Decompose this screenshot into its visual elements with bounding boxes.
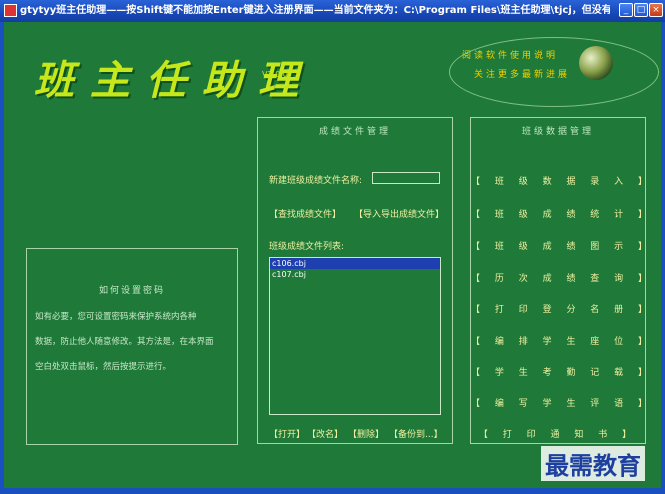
password-help-title: 如何设置密码	[98, 286, 165, 296]
globe-icon[interactable]	[579, 46, 613, 80]
file-list-item[interactable]: c106.cbj	[270, 258, 440, 269]
minimize-button[interactable]: _	[619, 3, 633, 17]
find-file-link[interactable]: 【查找成绩文件】	[269, 207, 341, 220]
app-icon	[4, 4, 17, 17]
latest-news-link[interactable]: 关注更多最新进展	[474, 67, 570, 80]
file-management-panel: 成绩文件管理 新建班级成绩文件名称: 【查找成绩文件】 【导入导出成绩文件】 班…	[257, 117, 453, 444]
file-list-label: 班级成绩文件列表:	[269, 242, 345, 252]
window-border-right	[661, 22, 665, 488]
password-help-text: 如有必要，您可设置密码来保护系统内各种 数据，防止他人随意修改。其方法是，在本界…	[35, 305, 231, 380]
new-file-label: 新建班级成绩文件名称:	[269, 176, 363, 186]
menu-seating[interactable]: 【 编 排 学 生 座 位 】	[471, 334, 647, 347]
menu-comments[interactable]: 【 编 写 学 生 评 语 】	[471, 396, 647, 409]
file-list[interactable]: c106.cbj c107.cbj	[269, 257, 441, 415]
version-label: V2.0.0	[262, 70, 288, 79]
window-border-bottom	[0, 488, 665, 494]
open-button[interactable]: 【打开】	[269, 427, 305, 440]
backup-button[interactable]: 【备份到...】	[389, 427, 443, 440]
close-button[interactable]: ×	[649, 3, 663, 17]
password-help-line: 空白处双击鼠标，然后按提示进行。	[35, 362, 172, 372]
data-management-panel: 班级数据管理 【 班 级 数 据 录 入 】 【 班 级 成 绩 统 计 】 【…	[470, 117, 647, 444]
rename-button[interactable]: 【改名】	[307, 427, 343, 440]
maximize-button[interactable]: □	[634, 3, 648, 17]
title-bar[interactable]: gtytyy班主任助理——按Shift键不能加按Enter键进入注册界面——当前…	[0, 0, 665, 22]
watermark: 最需教育	[541, 446, 645, 481]
file-list-item[interactable]: c107.cbj	[270, 269, 440, 280]
read-manual-link[interactable]: 阅读软件使用说明	[462, 48, 558, 61]
menu-score-chart[interactable]: 【 班 级 成 绩 图 示 】	[471, 239, 647, 252]
new-file-name-input[interactable]	[372, 172, 440, 184]
password-help-line: 如有必要，您可设置密码来保护系统内各种	[35, 312, 197, 322]
window-title: gtytyy班主任助理——按Shift键不能加按Enter键进入注册界面——当前…	[20, 5, 610, 16]
password-help-line: 数据，防止他人随意修改。其方法是，在本界面	[35, 337, 214, 347]
menu-print-roster[interactable]: 【 打 印 登 分 名 册 】	[471, 302, 647, 315]
menu-print-notice[interactable]: 【 打 印 通 知 书 】	[471, 427, 645, 440]
import-export-link[interactable]: 【导入导出成绩文件】	[354, 207, 444, 220]
main-area[interactable]: 班主任助理 V2.0.0 阅读软件使用说明 关注更多最新进展 成绩文件管理 新建…	[4, 22, 661, 488]
menu-attendance[interactable]: 【 学 生 考 勤 记 载 】	[471, 365, 647, 378]
file-panel-title: 成绩文件管理	[318, 127, 391, 137]
menu-score-stats[interactable]: 【 班 级 成 绩 统 计 】	[471, 207, 647, 220]
data-panel-title: 班级数据管理	[521, 127, 594, 137]
menu-data-entry[interactable]: 【 班 级 数 据 录 入 】	[471, 174, 647, 187]
menu-score-history[interactable]: 【 历 次 成 绩 查 询 】	[471, 271, 647, 284]
password-help-panel: 如何设置密码 如有必要，您可设置密码来保护系统内各种 数据，防止他人随意修改。其…	[26, 248, 238, 445]
delete-button[interactable]: 【删除】	[348, 427, 384, 440]
